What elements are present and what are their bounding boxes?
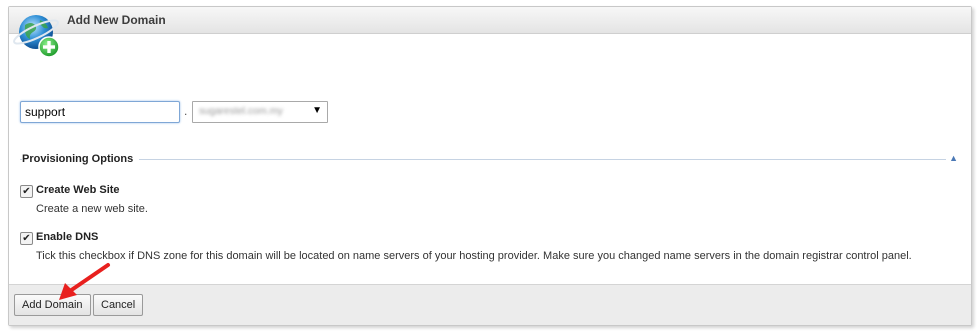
domain-separator: . (184, 104, 188, 118)
section-divider (20, 159, 946, 160)
domain-select[interactable]: sugarestel.com.my ▼ (192, 101, 328, 123)
option-description: Create a new web site. (36, 203, 148, 215)
dropdown-arrow-icon: ▼ (312, 105, 322, 116)
provisioning-options-header[interactable]: Provisioning Options ▲ (20, 150, 960, 168)
panel-title: Add New Domain (67, 13, 166, 27)
panel-header: Add New Domain (9, 7, 971, 34)
collapse-icon[interactable]: ▲ (949, 153, 958, 163)
panel-footer: Add Domain Cancel (9, 284, 971, 325)
option-label: Enable DNS (36, 231, 99, 243)
option-description: Tick this checkbox if DNS zone for this … (36, 250, 912, 262)
enable-dns-checkbox[interactable]: ✔ (20, 232, 33, 245)
section-title: Provisioning Options (22, 153, 140, 165)
annotation-arrow-icon (59, 263, 110, 300)
selected-domain: sugarestel.com.my (199, 106, 283, 117)
add-domain-panel: Add New Domain . sugarestel.com.my ▼ (8, 6, 972, 326)
create-web-site-checkbox[interactable]: ✔ (20, 185, 33, 198)
option-label: Create Web Site (36, 184, 120, 196)
globe-add-icon (13, 15, 60, 58)
subdomain-input[interactable] (20, 101, 180, 123)
